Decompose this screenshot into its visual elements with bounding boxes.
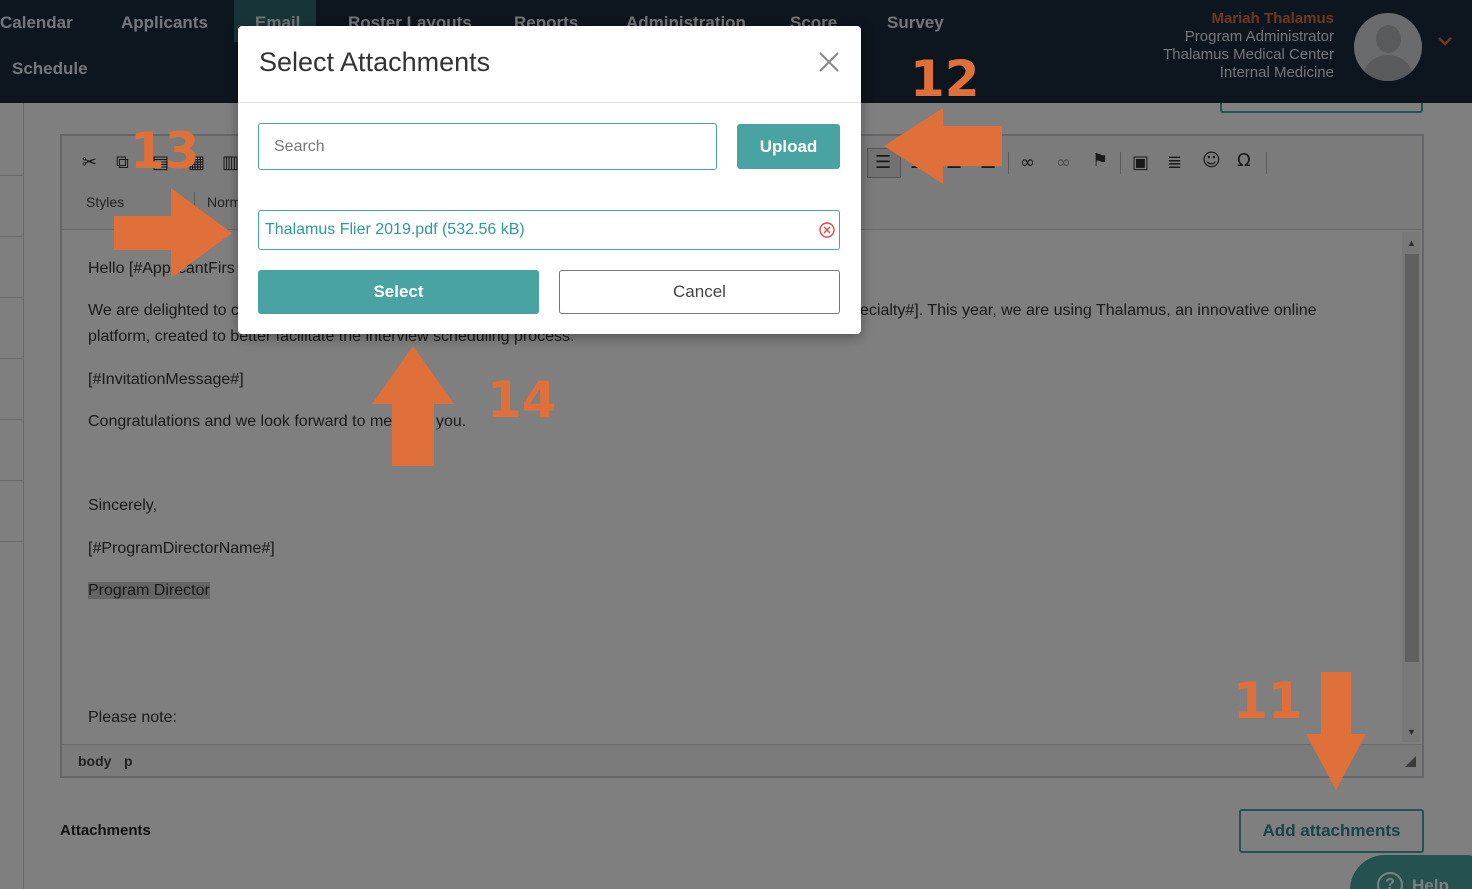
upload-button[interactable]: Upload (737, 124, 840, 169)
annotation-arrow-right (114, 188, 232, 278)
select-button[interactable]: Select (258, 270, 539, 314)
modal-title: Select Attachments (259, 47, 491, 77)
annotation-arrow-up (372, 346, 454, 466)
close-icon[interactable] (817, 50, 841, 74)
cancel-button[interactable]: Cancel (559, 270, 840, 314)
annotation-number-11: 11 (1233, 672, 1303, 730)
annotation-number-12: 12 (910, 50, 980, 108)
annotation-arrow-down (1306, 672, 1366, 790)
annotation-number-13: 13 (130, 122, 200, 180)
annotation-arrow-left (884, 108, 1002, 184)
attachment-item[interactable]: Thalamus Flier 2019.pdf (532.56 kB) (258, 210, 840, 250)
modal-header: Select Attachments (238, 26, 861, 103)
annotation-number-14: 14 (487, 371, 557, 429)
remove-attachment-icon[interactable] (818, 221, 836, 239)
select-attachments-modal: Select Attachments Upload Thalamus Flier… (238, 26, 861, 334)
attachment-name: Thalamus Flier 2019.pdf (532.56 kB) (265, 221, 525, 238)
search-input[interactable] (258, 123, 717, 170)
